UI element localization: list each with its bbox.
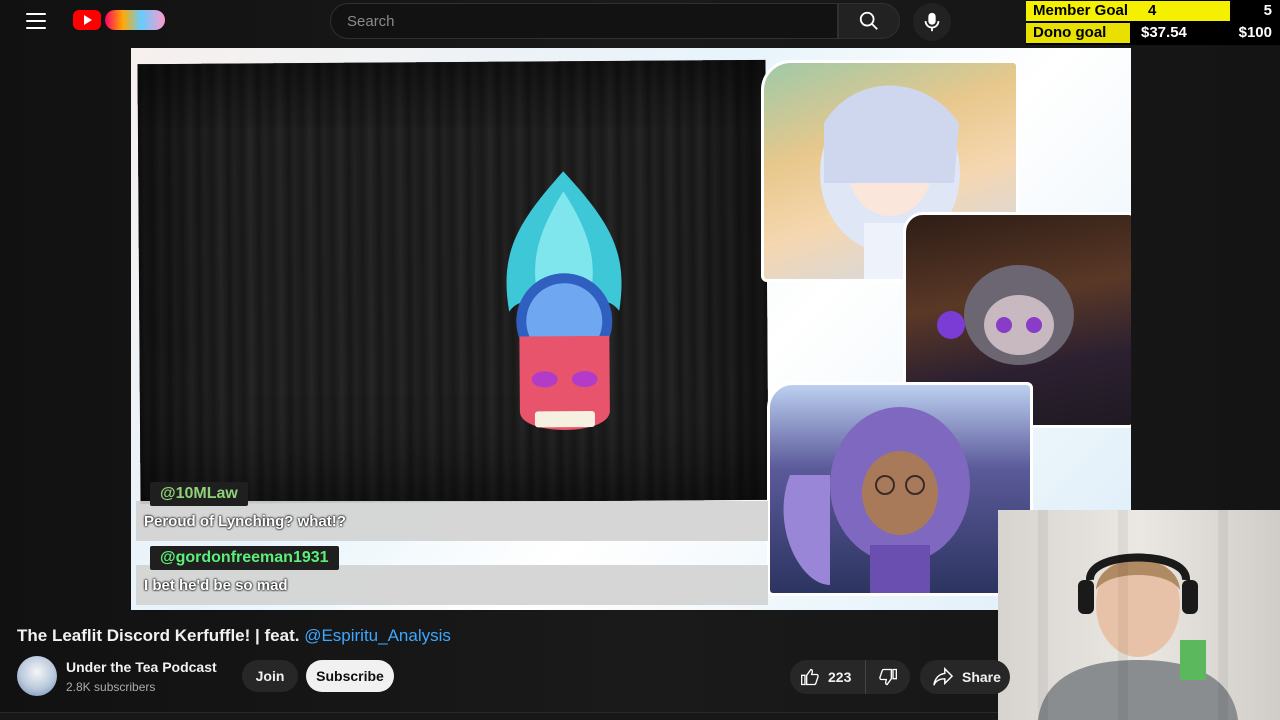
dono-goal-max: $100 bbox=[1238, 24, 1272, 41]
microphone-icon bbox=[924, 12, 940, 32]
chat-username: @10MLaw bbox=[150, 482, 248, 506]
share-icon bbox=[933, 667, 954, 686]
vtuber-avatar-purple-hair bbox=[767, 382, 1033, 596]
chat-text: Peroud of Lynching? what!? bbox=[144, 513, 346, 530]
stream-goals-overlay: Member Goal 4 5 Dono goal $37.54 $100 bbox=[1026, 0, 1280, 45]
subscriber-count: 2.8K subscribers bbox=[66, 680, 156, 694]
video-title: The Leaflit Discord Kerfuffle! | feat. @… bbox=[17, 626, 451, 646]
chat-message: @gordonfreeman1931 I bet he'd be so mad bbox=[136, 546, 768, 605]
chat-message: @10MLaw Peroud of Lynching? what!? bbox=[136, 482, 768, 541]
search-box[interactable] bbox=[330, 3, 838, 39]
chat-username: @gordonfreeman1931 bbox=[150, 546, 339, 570]
member-goal-max: 5 bbox=[1263, 2, 1272, 19]
webcam-overlay bbox=[998, 510, 1280, 720]
share-label: Share bbox=[962, 669, 1001, 685]
member-goal-label: Member Goal bbox=[1033, 2, 1129, 19]
youtube-play-icon bbox=[73, 10, 101, 30]
menu-icon[interactable] bbox=[26, 13, 46, 29]
dono-goal-row: Dono goal $37.54 $100 bbox=[1026, 22, 1280, 44]
doodle-logo-art bbox=[105, 10, 165, 30]
member-goal-current: 4 bbox=[1148, 2, 1157, 19]
thumbs-down-icon bbox=[879, 668, 897, 686]
subscribe-button[interactable]: Subscribe bbox=[306, 660, 394, 692]
like-count: 223 bbox=[828, 669, 852, 685]
flaming-skull-art bbox=[506, 171, 622, 430]
dono-goal-label: Dono goal bbox=[1033, 24, 1107, 41]
description-box-edge bbox=[0, 712, 998, 720]
dono-goal-current: $37.54 bbox=[1141, 24, 1187, 41]
youtube-watch-page: Member Goal 4 5 Dono goal $37.54 $100 bbox=[0, 0, 1280, 720]
chat-text: I bet he'd be so mad bbox=[144, 577, 288, 594]
search-button[interactable] bbox=[838, 3, 900, 39]
search-icon bbox=[859, 11, 878, 30]
voice-search-button[interactable] bbox=[913, 3, 951, 41]
join-button[interactable]: Join bbox=[242, 660, 298, 692]
search-input[interactable] bbox=[347, 12, 837, 30]
member-goal-row: Member Goal 4 5 bbox=[1026, 0, 1280, 22]
thumbs-up-icon bbox=[801, 668, 819, 686]
youtube-logo[interactable] bbox=[73, 10, 165, 30]
share-button[interactable]: Share bbox=[920, 660, 1010, 694]
video-player[interactable]: @10MLaw Peroud of Lynching? what!? @gord… bbox=[131, 48, 1131, 610]
like-dislike-group: 223 bbox=[790, 660, 910, 694]
like-button[interactable]: 223 bbox=[790, 660, 866, 694]
video-title-text: The Leaflit Discord Kerfuffle! | feat. bbox=[17, 626, 305, 645]
channel-name[interactable]: Under the Tea Podcast bbox=[66, 659, 217, 675]
dislike-button[interactable] bbox=[866, 660, 910, 694]
title-mention-link[interactable]: @Espiritu_Analysis bbox=[304, 626, 451, 645]
stream-scene bbox=[137, 59, 769, 505]
channel-avatar[interactable] bbox=[17, 656, 57, 696]
